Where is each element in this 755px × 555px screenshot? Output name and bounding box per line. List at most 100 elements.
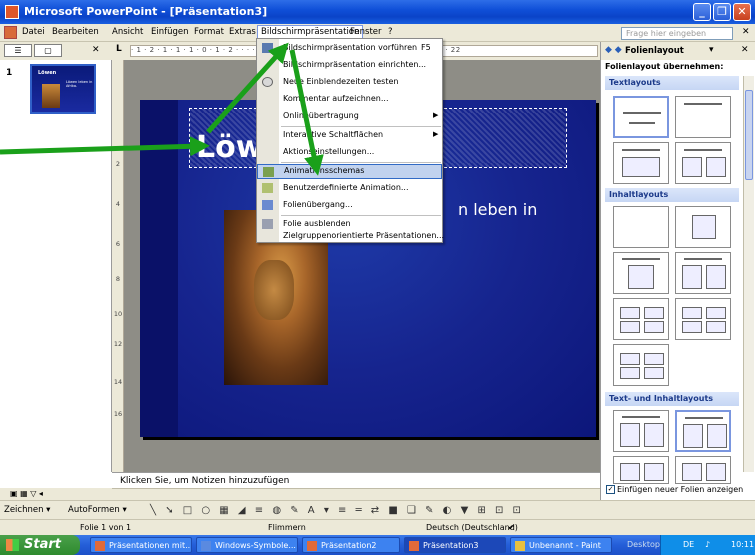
menu-item-label: Folie ausblenden <box>283 219 351 228</box>
help-search-input[interactable]: Frage hier eingeben <box>621 27 733 40</box>
thumbnail-subtitle: Löwen leben in Afrika. <box>66 80 93 88</box>
taskbar-item-label: Präsentation3 <box>423 541 479 550</box>
menu-item-animationsschemas[interactable]: Animationsschemas <box>257 164 442 179</box>
tray-desktop[interactable]: Desktop <box>627 540 660 549</box>
menu-item-folienuebergang[interactable]: Folienübergang... <box>257 198 442 213</box>
ruler-mark: 14 <box>113 378 123 386</box>
view-buttons[interactable]: ▣ ▦ ▽ ◂ <box>0 488 112 500</box>
menu-ansicht[interactable]: Ansicht <box>112 27 143 37</box>
close-pane-icon[interactable]: ✕ <box>92 45 100 55</box>
close-document-icon[interactable]: ✕ <box>742 27 750 37</box>
menu-datei[interactable]: Datei <box>22 27 45 37</box>
tab-outline[interactable]: ☰ <box>4 44 32 57</box>
powerpoint-icon[interactable] <box>5 5 19 19</box>
menu-item-einblendezeiten[interactable]: Neue Einblendezeiten testen <box>257 75 442 90</box>
menu-help[interactable]: ? <box>388 27 393 37</box>
layout-four-content-b[interactable] <box>675 298 731 340</box>
layout-text-content-d[interactable] <box>675 456 731 484</box>
checkbox-checked-icon[interactable]: ✓ <box>606 485 615 494</box>
menu-item-label: Zielgruppenorientierte Präsentationen... <box>283 231 445 240</box>
taskbar-item-praesentationen[interactable]: Präsentationen mit... <box>90 537 192 553</box>
menu-item-einrichten[interactable]: Bildschirmpräsentation einrichten... <box>257 58 442 73</box>
layout-blank[interactable] <box>613 206 669 248</box>
menu-separator <box>281 162 441 163</box>
view-switch-icons[interactable]: ▣ ▦ ▽ ◂ <box>10 489 43 498</box>
menu-separator <box>281 126 441 127</box>
tab-slides[interactable]: ▢ <box>34 44 62 57</box>
layout-text-content-b[interactable] <box>675 410 731 452</box>
menu-item-benutzerdefinierte-animation[interactable]: Benutzerdefinierte Animation... <box>257 181 442 196</box>
menu-item-label: Kommentar aufzeichnen... <box>283 94 389 103</box>
start-label: Start <box>24 537 61 552</box>
menu-item-kommentar[interactable]: Kommentar aufzeichnen... <box>257 92 442 107</box>
section-textlayouts: Textlayouts <box>605 76 739 90</box>
paint-icon <box>515 541 525 551</box>
ruler-mark: 8 <box>115 275 121 283</box>
menu-item-zielgruppen[interactable]: Zielgruppenorientierte Präsentationen... <box>257 229 445 244</box>
taskbar-item-paint[interactable]: Unbenannt - Paint <box>510 537 612 553</box>
taskbar-item-praesentation2[interactable]: Präsentation2 <box>302 537 400 553</box>
maximize-button[interactable]: ❐ <box>713 3 731 21</box>
slide-thumbnail[interactable]: Löwen Löwen leben in Afrika. <box>30 64 96 114</box>
back-forward-icon[interactable]: ◆ ◆ <box>605 45 622 55</box>
menu-bildschirmpraesentation[interactable]: Bildschirmpräsentation <box>257 25 364 39</box>
layout-title-text[interactable] <box>613 142 669 184</box>
layout-title-slide[interactable] <box>613 96 669 138</box>
menu-item-onlineuebertragung[interactable]: Onlineübertragung ▶ <box>257 109 442 124</box>
taskbar-item-windows-symbole[interactable]: Windows-Symbole... <box>196 537 298 553</box>
ruler-mark: 16 <box>113 410 123 418</box>
taskbar-item-label: Unbenannt - Paint <box>529 541 601 550</box>
layout-text-content-a[interactable] <box>613 410 669 452</box>
taskbar-item-label: Präsentation2 <box>321 541 377 550</box>
minimize-button[interactable]: _ <box>693 3 711 21</box>
menu-extras[interactable]: Extras <box>229 27 256 37</box>
zeichnen-button[interactable]: Zeichnen ▾ <box>4 505 50 515</box>
horizontal-scrollbar[interactable] <box>112 488 600 500</box>
menu-format[interactable]: Format <box>194 27 224 37</box>
layout-content[interactable] <box>675 206 731 248</box>
layout-title-two-content[interactable] <box>675 252 731 294</box>
powerpoint-icon <box>95 541 105 551</box>
vertical-ruler: 2 4 6 8 10 12 14 16 <box>112 60 124 472</box>
drawing-tools-icons[interactable]: ╲ ➘ □ ○ ▦ ◢ ≡ ◍ ✎ A ▾ ≡ ═ ⇄ ■ ❑ ✎ ◐ ▼ ⊞ … <box>150 505 524 516</box>
tab-stop-icon[interactable]: L <box>116 44 122 54</box>
system-tray: Desktop DE ♪ 10:11 <box>627 535 755 555</box>
layout-title-content[interactable] <box>613 252 669 294</box>
taskbar-item-label: Windows-Symbole... <box>215 541 296 550</box>
taskpane-dropdown-icon[interactable]: ▾ <box>709 45 714 55</box>
tray-language[interactable]: DE <box>683 540 694 549</box>
taskpane-header: ◆ ◆ Folienlayout ▾ ✕ <box>601 42 755 60</box>
layout-text-content-c[interactable] <box>613 456 669 484</box>
taskpane-close-icon[interactable]: ✕ <box>741 45 749 55</box>
scroll-thumb[interactable] <box>745 90 753 180</box>
show-on-insert-checkbox[interactable]: ✓ Einfügen neuer Folien anzeigen <box>606 485 743 494</box>
layout-title-only[interactable] <box>675 96 731 138</box>
submenu-arrow-icon: ▶ <box>433 130 439 138</box>
taskpane-title: Folienlayout <box>625 46 684 56</box>
close-button[interactable]: ✕ <box>733 3 751 21</box>
slide-body-text[interactable]: n leben in <box>458 200 537 219</box>
menu-bearbeiten[interactable]: Bearbeiten <box>52 27 99 37</box>
menu-separator <box>281 215 441 216</box>
submenu-arrow-icon: ▶ <box>433 111 439 119</box>
menu-item-label: Onlineübertragung <box>283 111 359 120</box>
menu-item-interaktive-schaltflaechen[interactable]: Interaktive Schaltflächen ▶ <box>257 128 442 143</box>
menu-item-vorfuehren[interactable]: Bildschirmpräsentation vorführen F5 <box>257 41 442 56</box>
slide-number: 1 <box>6 68 13 78</box>
menu-fenster[interactable]: Fenster <box>350 27 382 37</box>
volume-icon[interactable]: ♪ <box>705 540 710 549</box>
autoformen-button[interactable]: AutoFormen ▾ <box>68 505 127 515</box>
layout-four-content-a[interactable] <box>613 298 669 340</box>
taskpane-scrollbar[interactable] <box>743 76 754 472</box>
menu-item-aktionseinstellungen[interactable]: Aktionseinstellungen... <box>257 145 442 160</box>
layout-four-content-c[interactable] <box>613 344 669 386</box>
lion-face <box>254 260 294 320</box>
windows-taskbar: Start Präsentationen mit... Windows-Symb… <box>0 535 755 555</box>
section-inhaltlayouts: Inhaltlayouts <box>605 188 739 202</box>
notes-pane[interactable]: Klicken Sie, um Notizen hinzuzufügen <box>112 472 600 488</box>
document-icon[interactable] <box>4 26 17 39</box>
start-button[interactable]: Start <box>0 535 80 555</box>
layout-two-column-text[interactable] <box>675 142 731 184</box>
taskbar-item-praesentation3[interactable]: Präsentation3 <box>404 537 506 553</box>
menu-einfuegen[interactable]: Einfügen <box>151 27 189 37</box>
